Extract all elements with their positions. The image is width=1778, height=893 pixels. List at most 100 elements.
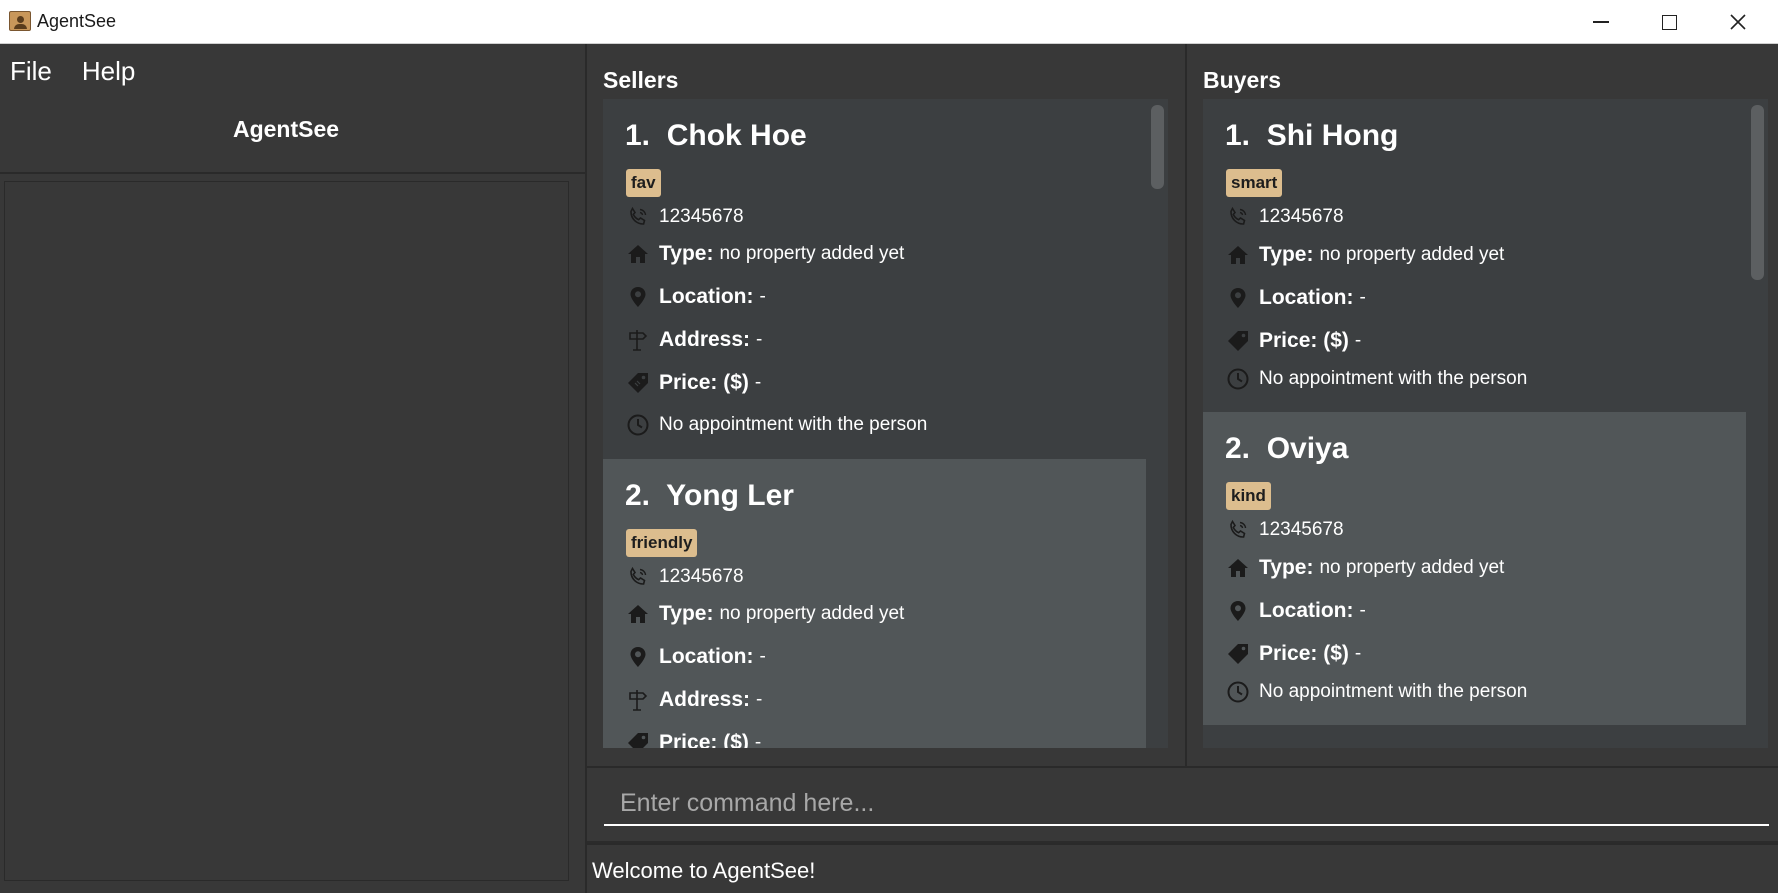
buyer-phone-row: 12345678 [1225, 517, 1344, 543]
seller-address-row: Address: - [625, 327, 762, 353]
buyer-index: 2. [1225, 432, 1251, 465]
clock-icon [625, 412, 651, 438]
sellers-panel: Sellers 1. Chok Hoe fav 12345678 Type: n… [587, 44, 1185, 766]
seller-index: 2. [625, 479, 651, 512]
sellers-list[interactable]: 1. Chok Hoe fav 12345678 Type: no proper… [603, 99, 1146, 748]
phone-icon [625, 564, 651, 590]
seller-price-row: Price: ($) - [625, 370, 761, 396]
buyer-location-value: - [1359, 287, 1366, 308]
home-icon [625, 241, 651, 267]
map-pin-icon [625, 284, 651, 310]
signpost-icon [625, 687, 651, 713]
buyer-appointment-row: No appointment with the person [1225, 366, 1527, 392]
home-icon [625, 601, 651, 627]
seller-price-label: Price: ($) [659, 371, 749, 394]
seller-location-value: - [759, 646, 766, 667]
seller-index: 1. [625, 119, 651, 152]
buyer-price-label: Price: ($) [1259, 642, 1349, 665]
buyer-location-label: Location: [1259, 599, 1354, 622]
buyer-name: 2. Oviya [1225, 432, 1348, 466]
buyer-type-label: Type: [1259, 556, 1314, 579]
seller-type-row: Type: no property added yet [625, 601, 904, 627]
seller-price-row: Price: ($) - [625, 730, 761, 748]
title-bar: AgentSee [0, 0, 1778, 44]
menu-bar: File Help [0, 44, 585, 98]
buyer-type-value: no property added yet [1319, 557, 1505, 578]
window-title: AgentSee [37, 11, 117, 31]
seller-phone: 12345678 [659, 566, 744, 587]
seller-tag: friendly [626, 529, 698, 557]
price-tag-icon [1225, 328, 1251, 354]
buyer-location-label: Location: [1259, 286, 1354, 309]
command-box [587, 766, 1778, 841]
maximize-button[interactable] [1636, 0, 1702, 44]
sellers-scroll-thumb[interactable] [1151, 105, 1164, 189]
buyer-type-row: Type: no property added yet [1225, 555, 1504, 581]
seller-price-value: - [754, 732, 762, 748]
close-button[interactable] [1705, 0, 1771, 44]
seller-address-value: - [756, 689, 763, 710]
seller-name-text: Chok Hoe [666, 119, 807, 152]
buyer-price-label: Price: ($) [1259, 329, 1349, 352]
seller-card[interactable]: 2. Yong Ler friendly 12345678 Type: no p… [603, 459, 1146, 748]
buyer-name-text: Oviya [1266, 432, 1349, 465]
seller-tag: fav [626, 169, 661, 197]
seller-location-label: Location: [659, 645, 754, 668]
buyers-list[interactable]: 1. Shi Hong smart 12345678 Type: no prop… [1203, 99, 1746, 748]
buyer-appointment-row: No appointment with the person [1225, 679, 1527, 705]
seller-type-value: no property added yet [719, 243, 905, 264]
buyer-appointment: No appointment with the person [1259, 681, 1528, 702]
command-input[interactable] [604, 782, 1769, 826]
buyer-price-value: - [1354, 330, 1362, 351]
menu-file[interactable]: File [10, 56, 52, 87]
seller-type-row: Type: no property added yet [625, 241, 904, 267]
divider [0, 172, 585, 174]
seller-phone-row: 12345678 [625, 204, 744, 230]
close-icon [1730, 14, 1746, 30]
phone-icon [1225, 517, 1251, 543]
seller-type-label: Type: [659, 602, 714, 625]
left-panel-title: AgentSee [232, 116, 340, 142]
seller-location-row: Location: - [625, 284, 766, 310]
buyer-appointment: No appointment with the person [1259, 368, 1528, 389]
buyers-scroll-thumb[interactable] [1751, 105, 1764, 280]
map-pin-icon [625, 644, 651, 670]
seller-appointment: No appointment with the person [659, 414, 928, 435]
price-tag-icon [625, 370, 651, 396]
buyers-scrollbar[interactable] [1746, 99, 1768, 748]
seller-name: 2. Yong Ler [625, 479, 794, 513]
signpost-icon [625, 327, 651, 353]
minimize-button[interactable] [1568, 0, 1634, 44]
result-display: Welcome to AgentSee! [587, 843, 1778, 893]
home-icon [1225, 242, 1251, 268]
clock-icon [1225, 366, 1251, 392]
maximize-icon [1661, 14, 1677, 30]
buyer-name: 1. Shi Hong [1225, 119, 1398, 153]
buyers-panel: Buyers 1. Shi Hong smart 12345678 Type: … [1187, 44, 1778, 766]
seller-location-value: - [759, 286, 766, 307]
seller-type-label: Type: [659, 242, 714, 265]
seller-address-value: - [756, 329, 763, 350]
price-tag-icon [1225, 641, 1251, 667]
seller-card[interactable]: 1. Chok Hoe fav 12345678 Type: no proper… [603, 99, 1146, 459]
buyer-price-row: Price: ($) - [1225, 641, 1361, 667]
buyer-location-row: Location: - [1225, 285, 1366, 311]
map-pin-icon [1225, 598, 1251, 624]
seller-appointment-row: No appointment with the person [625, 412, 927, 438]
buyer-card[interactable]: 1. Shi Hong smart 12345678 Type: no prop… [1203, 99, 1746, 412]
left-content-box [4, 181, 569, 881]
sellers-scrollbar[interactable] [1146, 99, 1168, 748]
minimize-icon [1593, 21, 1609, 23]
seller-address-label: Address: [659, 688, 751, 711]
seller-name-text: Yong Ler [666, 479, 794, 512]
menu-help[interactable]: Help [82, 56, 135, 87]
buyers-header: Buyers [1203, 67, 1281, 93]
map-pin-icon [1225, 285, 1251, 311]
buyer-type-row: Type: no property added yet [1225, 242, 1504, 268]
buyer-card[interactable]: 2. Oviya kind 12345678 Type: no property… [1203, 412, 1746, 725]
app-logo-icon [9, 11, 31, 31]
buyer-tag: kind [1226, 482, 1271, 510]
seller-phone: 12345678 [659, 206, 744, 227]
seller-type-value: no property added yet [719, 603, 905, 624]
buyer-name-text: Shi Hong [1266, 119, 1399, 152]
